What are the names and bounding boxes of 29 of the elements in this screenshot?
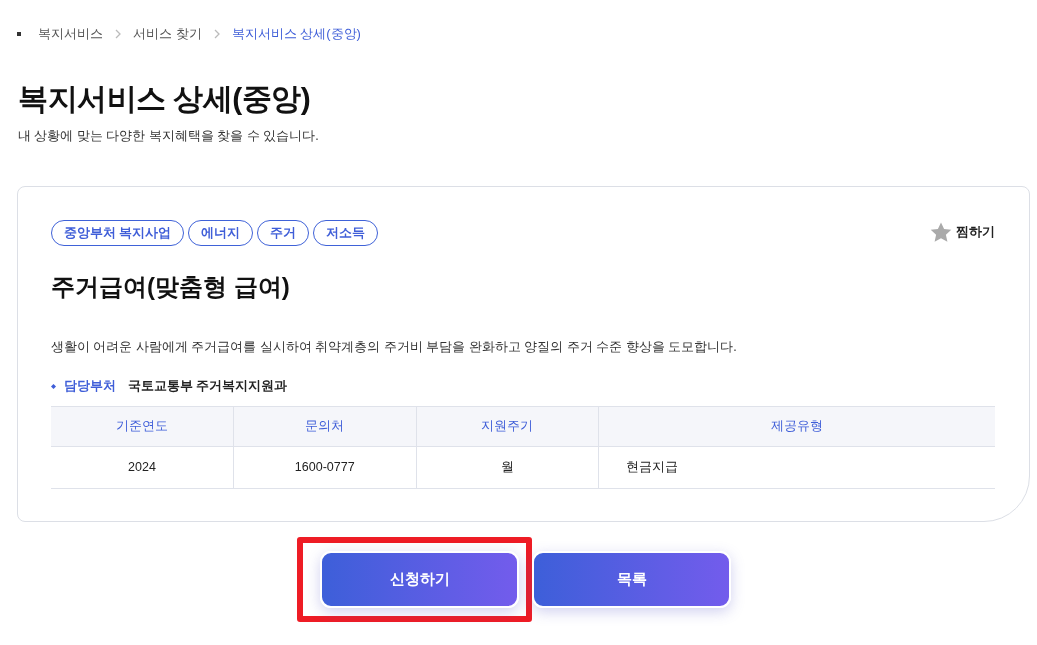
bullet-icon: [17, 32, 21, 36]
tag: 저소득: [313, 219, 379, 246]
tag: 에너지: [188, 219, 254, 246]
tag: 주거: [257, 219, 310, 246]
column-header: 문의처: [233, 406, 416, 447]
tag: 중앙부처 복지사업: [51, 219, 185, 246]
column-header: 제공유형: [598, 406, 995, 447]
chevron-right-icon: [115, 29, 121, 39]
apply-button[interactable]: 신청하기: [320, 551, 519, 609]
service-description: 생활이 어려운 사람에게 주거급여를 실시하여 취약계층의 주거비 부담을 완화하고 양질의 주거 수준 향상을 도모합니다.: [51, 338, 738, 356]
column-header: 기준연도: [51, 406, 234, 447]
page-subtitle: 내 상황에 맞는 다양한 복지혜택을 찾을 수 있습니다.: [18, 128, 320, 145]
service-title: 주거급여(맞춤형 급여): [51, 272, 291, 302]
breadcrumb-link[interactable]: 복지서비스: [38, 24, 103, 44]
table-cell: 1600-0777: [233, 446, 416, 489]
breadcrumb-link[interactable]: 복지서비스 상세(중앙): [231, 24, 361, 44]
page-title: 복지서비스 상세(중앙): [18, 82, 312, 115]
star-icon: [930, 222, 952, 244]
column-header: 지원주기: [416, 406, 599, 447]
table-cell: 2024: [51, 446, 234, 489]
diamond-bullet-icon: [51, 384, 56, 390]
department-value: 국토교통부 주거복지지원과: [128, 378, 288, 396]
department-label: 담당부처: [64, 378, 116, 396]
list-button[interactable]: 목록: [532, 551, 731, 609]
chevron-right-icon: [213, 29, 220, 39]
table-cell: 월: [416, 446, 599, 489]
breadcrumb-link[interactable]: 서비스 찾기: [133, 24, 202, 44]
bookmark-button[interactable]: 찜하기: [930, 222, 995, 244]
table-cell: 현금지급: [598, 446, 995, 489]
